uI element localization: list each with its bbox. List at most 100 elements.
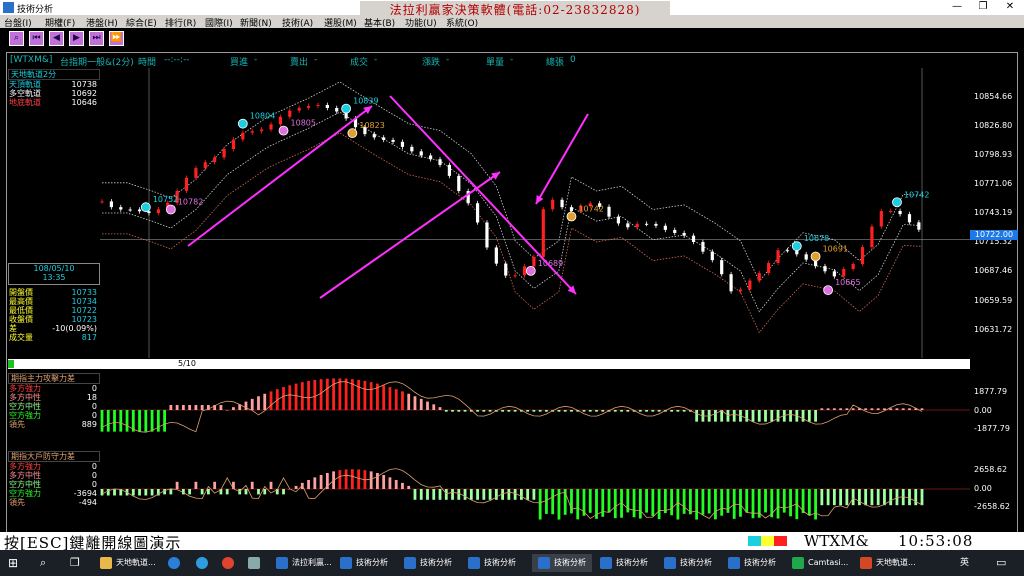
camtasia-icon — [792, 556, 804, 569]
y-tick: 1877.79 — [974, 387, 1008, 396]
sub1-bar — [595, 410, 598, 412]
candle-body — [870, 226, 874, 248]
sub1-bar — [582, 410, 586, 412]
sub2-bar — [426, 489, 429, 500]
sub1-bar — [513, 410, 517, 412]
last-icon[interactable]: ⏭ — [89, 31, 104, 46]
sub1-row-value: 0 — [91, 411, 97, 420]
sub1-bar — [344, 378, 348, 410]
candlestick-chart[interactable]: 10752 10782108041080510839108231074210689… — [100, 68, 970, 358]
sub2-bar — [294, 485, 298, 489]
high-value: 10734 — [71, 297, 97, 306]
sub2-bar — [588, 489, 592, 513]
sub2-bar — [257, 489, 260, 495]
signal-label: 10782 — [178, 198, 203, 207]
sub1-bar — [532, 410, 536, 412]
time-scrollbar[interactable]: 5/10 — [8, 359, 970, 369]
sub2-bar — [463, 489, 467, 500]
sub1-bar — [657, 410, 661, 412]
taskbar-item-chart[interactable]: 技術分析 — [600, 554, 648, 572]
scroll-thumb[interactable] — [8, 360, 14, 368]
search-icon[interactable]: ⌕ — [40, 554, 46, 572]
sub2-bar — [607, 489, 611, 513]
taskbar-item-ferrari[interactable]: 法拉利贏... — [276, 554, 332, 572]
sub2-bar — [507, 489, 511, 500]
sub2-bar — [551, 489, 555, 515]
fast-forward-icon[interactable]: ⏩ — [109, 31, 124, 46]
candle-body — [438, 159, 442, 165]
sub1-bar — [257, 396, 260, 410]
sub1-bar — [119, 410, 123, 432]
notification-icon[interactable]: ▭ — [996, 554, 1006, 572]
sub2-row-label: 多方強力 — [9, 462, 41, 471]
sub1-bar — [789, 410, 792, 422]
maximize-button[interactable]: ❐ — [974, 1, 992, 12]
sub1-bar — [826, 408, 830, 410]
sub1-bar — [181, 405, 185, 410]
candle-body — [419, 151, 423, 156]
ferrari-app-icon — [276, 556, 288, 569]
buy-value: - — [254, 55, 258, 65]
signal-label: 10752 — [153, 195, 178, 204]
chart-app-icon — [340, 556, 352, 569]
taskbar-item-camtasia[interactable]: Camtasi... — [792, 554, 848, 572]
next-icon[interactable]: ▶ — [69, 31, 84, 46]
taskbar-item-chart[interactable]: 技術分析 — [468, 554, 516, 572]
taskbar-item-chart[interactable]: 技術分析 — [340, 554, 388, 572]
trend-arrow-down — [389, 95, 577, 295]
first-icon[interactable]: ⏮ — [29, 31, 44, 46]
candle-body — [372, 134, 376, 138]
windows-start-icon[interactable]: ⊞ — [8, 554, 18, 572]
ime-indicator[interactable]: 英 — [960, 554, 969, 572]
sub1-bar — [476, 410, 479, 412]
search-icon[interactable]: ⌕ — [9, 31, 24, 46]
close-button[interactable]: ✕ — [1001, 1, 1019, 12]
sub2-bar — [638, 489, 642, 519]
chrome-icon[interactable] — [222, 554, 238, 572]
sub2-bar — [864, 489, 868, 506]
app-icon[interactable] — [248, 554, 264, 572]
volume-label: 單量 — [486, 58, 505, 68]
sub1-histogram[interactable] — [100, 373, 970, 447]
taskbar-item-chart[interactable]: 技術分析 — [404, 554, 452, 572]
sub1-bar — [200, 405, 204, 410]
sub1-bar — [100, 410, 104, 432]
sub1-bar — [106, 410, 110, 432]
toolbar: ⌕ ⏮ ◀ ▶ ⏭ ⏩ — [0, 28, 1024, 50]
taskbar-item-chart[interactable]: 技術分析 — [728, 554, 776, 572]
candle-body — [701, 241, 705, 252]
sub1-bar — [307, 380, 310, 410]
sub2-bar — [764, 489, 767, 513]
ie-icon[interactable] — [196, 554, 212, 572]
task-view-icon[interactable]: ❐ — [70, 554, 80, 572]
sub2-bar — [858, 489, 861, 506]
taskbar-item-chart[interactable]: 技術分析 — [664, 554, 712, 572]
sub2-bar — [839, 489, 843, 506]
candle-body — [203, 162, 207, 169]
chart-app-icon — [468, 556, 480, 569]
sub2-bar — [889, 489, 893, 506]
taskbar-item-chart-active[interactable]: 技術分析 — [532, 554, 592, 572]
taskbar-item-folder[interactable]: 天地軌道... — [100, 554, 156, 572]
y-tick: 10826.80 — [974, 121, 1013, 130]
signal-label: 10691 — [823, 245, 848, 254]
sub2-bar — [714, 489, 717, 520]
close-label: 收盤價 — [9, 315, 33, 324]
sub1-bar — [801, 410, 805, 422]
sub2-histogram[interactable] — [100, 451, 970, 531]
sub2-bar — [169, 489, 173, 495]
sub2-bar — [200, 489, 204, 495]
taskbar-item-ppt[interactable]: 天地軌道... — [860, 554, 916, 572]
minimize-button[interactable]: — — [948, 1, 966, 12]
prev-icon[interactable]: ◀ — [49, 31, 64, 46]
candle-body — [156, 209, 160, 214]
y-tick: 10687.46 — [974, 266, 1013, 275]
high-label: 最高價 — [9, 297, 33, 306]
sub1-bar — [369, 382, 373, 410]
sub1-bar — [682, 410, 686, 412]
edge-icon[interactable] — [168, 554, 184, 572]
sub2-bar — [826, 489, 830, 506]
sub2-bar — [144, 489, 148, 496]
sub2-bar — [388, 477, 392, 489]
track-bottom-label: 地底軌道 — [9, 98, 41, 107]
